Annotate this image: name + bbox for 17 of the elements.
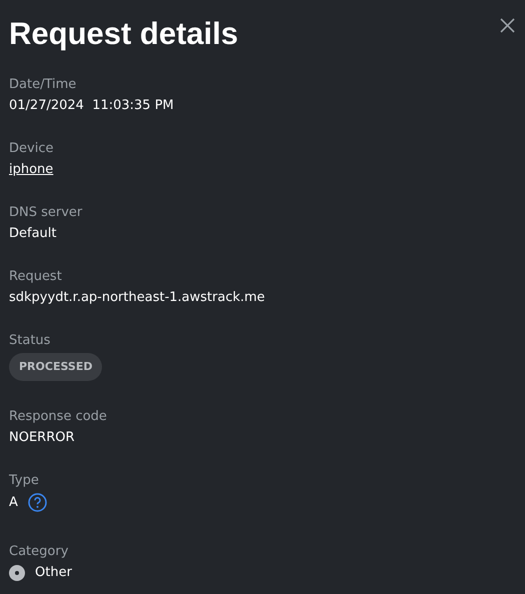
field-label: Category xyxy=(9,543,68,560)
field-value: Default xyxy=(9,225,56,242)
field-label: Date/Time xyxy=(9,76,76,93)
field-value: sdkpyydt.r.ap-northeast-1.awstrack.me xyxy=(9,289,265,306)
device-link[interactable]: iphone xyxy=(9,161,54,178)
status-badge: PROCESSED xyxy=(9,353,102,381)
field-value: NOERROR xyxy=(9,429,75,446)
field-label: Request xyxy=(9,268,62,285)
field-value: Other xyxy=(35,564,72,581)
field-label: DNS server xyxy=(9,204,82,221)
field-label: Type xyxy=(9,472,39,489)
field-label: Response code xyxy=(9,408,107,425)
field-value: 01/27/2024 11:03:35 PM xyxy=(9,97,174,114)
panel-title: Request details xyxy=(9,15,238,53)
field-value: A xyxy=(9,494,18,511)
field-label: Device xyxy=(9,140,54,157)
field-label: Status xyxy=(9,332,50,349)
